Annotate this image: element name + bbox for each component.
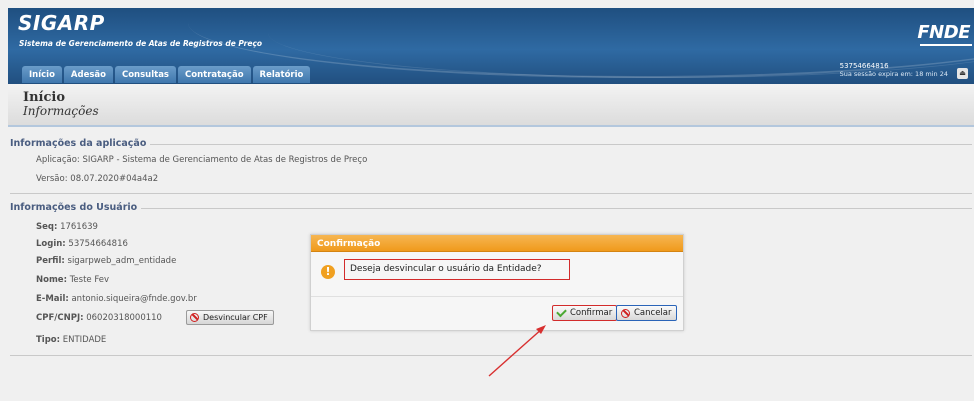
annotation-arrow	[488, 325, 546, 377]
arrow-shaft	[488, 327, 544, 377]
